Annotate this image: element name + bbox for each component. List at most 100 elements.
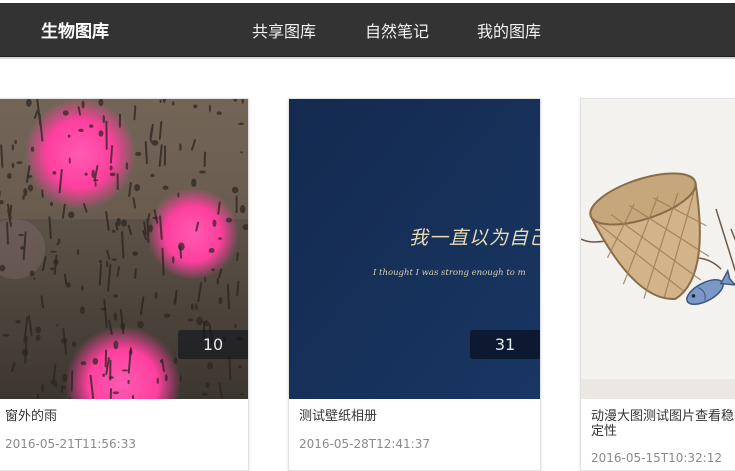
rain-drop <box>238 123 244 125</box>
rain-drop <box>26 99 32 107</box>
rain-drop <box>217 111 222 114</box>
rain-streak <box>1 145 2 167</box>
rain-drop <box>2 334 9 337</box>
rain-drop <box>69 157 71 164</box>
rain-drop <box>72 341 76 347</box>
nav-link-my-gallery[interactable]: 我的图库 <box>477 18 541 42</box>
rain-drop <box>116 218 120 227</box>
rain-drop <box>132 251 138 255</box>
rain-drop <box>93 179 98 181</box>
rain-streak <box>7 223 8 244</box>
rain-drop <box>174 357 178 364</box>
rain-drop <box>53 259 58 265</box>
rain-drop <box>61 338 67 344</box>
rain-drop <box>160 100 162 103</box>
nav-link-shared-gallery[interactable]: 共享图库 <box>252 18 316 42</box>
rain-drop <box>23 188 27 196</box>
rain-drop <box>149 224 153 232</box>
rain-drop <box>81 100 84 108</box>
rain-drop <box>91 170 95 178</box>
brand-logo-text[interactable]: 生物图库 <box>41 17 109 42</box>
rain-drop <box>209 104 211 113</box>
rain-drop <box>151 140 153 143</box>
album-title[interactable]: 窗外的雨 <box>5 409 240 424</box>
rain-drop <box>191 178 196 186</box>
rain-drop <box>238 365 241 368</box>
rain-drop <box>217 278 220 285</box>
rain-drop <box>134 184 140 191</box>
rain-drop <box>193 104 197 108</box>
rain-streak <box>49 217 50 238</box>
rain-drop <box>102 374 105 377</box>
rain-drop <box>52 171 56 175</box>
album-card[interactable]: 我一直以为自己 I thought I was strong enough to… <box>288 98 541 471</box>
rain-drop <box>206 382 210 388</box>
rain-drop <box>101 308 107 311</box>
rain-drop <box>160 360 163 363</box>
rain-drop <box>7 173 11 179</box>
rain-drop <box>121 369 128 371</box>
rain-drop <box>56 324 59 326</box>
rain-drop <box>127 380 129 384</box>
rain-streak <box>134 106 135 119</box>
rain-drop <box>163 186 169 190</box>
rain-drop <box>157 378 159 384</box>
rain-drop <box>22 349 28 357</box>
album-title[interactable]: 测试壁纸相册 <box>299 409 532 424</box>
rain-streak <box>100 264 101 285</box>
rain-drop <box>12 163 15 169</box>
rain-streak <box>79 107 80 114</box>
rain-drop <box>213 219 217 227</box>
rain-drop <box>126 162 129 170</box>
rain-drop <box>204 276 206 282</box>
rain-drop <box>178 243 185 251</box>
rain-drop <box>33 277 36 279</box>
rain-drop <box>15 320 21 324</box>
rain-drop <box>30 270 35 276</box>
rain-drop <box>66 282 71 287</box>
album-card[interactable]: 10 窗外的雨 2016-05-21T11:56:33 <box>0 98 249 471</box>
album-title[interactable]: 动漫大图测试图片查看稳定性 <box>591 409 735 439</box>
nav-link-nature-notes[interactable]: 自然笔记 <box>365 18 429 42</box>
rain-drop <box>81 361 87 365</box>
rain-drop <box>68 134 71 137</box>
rain-drop <box>195 303 197 310</box>
rain-drop <box>226 218 232 223</box>
rain-drop <box>50 251 57 253</box>
rain-drop <box>20 246 24 250</box>
rain-drop <box>113 391 120 394</box>
rain-drop <box>50 202 53 206</box>
rain-drop <box>196 316 203 325</box>
rain-drop <box>35 327 41 334</box>
basket-fish-illustration <box>581 99 735 399</box>
rain-drop <box>202 393 208 396</box>
rain-streak <box>229 357 230 379</box>
album-date: 2016-05-28T12:41:37 <box>299 437 430 451</box>
rain-streak <box>237 253 238 260</box>
rain-streak <box>110 389 111 399</box>
rain-drop <box>81 286 83 291</box>
rain-drop <box>50 267 55 270</box>
rain-drop <box>164 313 171 317</box>
rain-drop <box>14 140 17 144</box>
rain-streak <box>228 285 229 308</box>
rain-drop <box>121 219 127 226</box>
rain-drop <box>241 393 244 395</box>
rain-drop <box>240 205 246 213</box>
rain-drop <box>109 376 114 379</box>
rain-drop <box>129 349 132 355</box>
wallpaper-handwriting-zh: 我一直以为自己 <box>409 227 540 249</box>
rain-drop <box>137 321 144 328</box>
rain-drop <box>62 374 67 383</box>
rain-drop <box>207 362 213 369</box>
rain-drop <box>51 380 55 385</box>
rain-streak <box>42 296 43 307</box>
rain-drop <box>16 161 22 164</box>
rain-drop <box>211 268 214 271</box>
rain-drop <box>80 306 85 314</box>
rain-drop <box>36 335 41 341</box>
rain-drop <box>209 248 215 253</box>
album-cover-image[interactable] <box>581 99 735 399</box>
album-card[interactable]: 动漫大图测试图片查看稳定性 2016-05-15T10:32:12 <box>580 98 735 471</box>
rain-streak <box>111 146 112 163</box>
